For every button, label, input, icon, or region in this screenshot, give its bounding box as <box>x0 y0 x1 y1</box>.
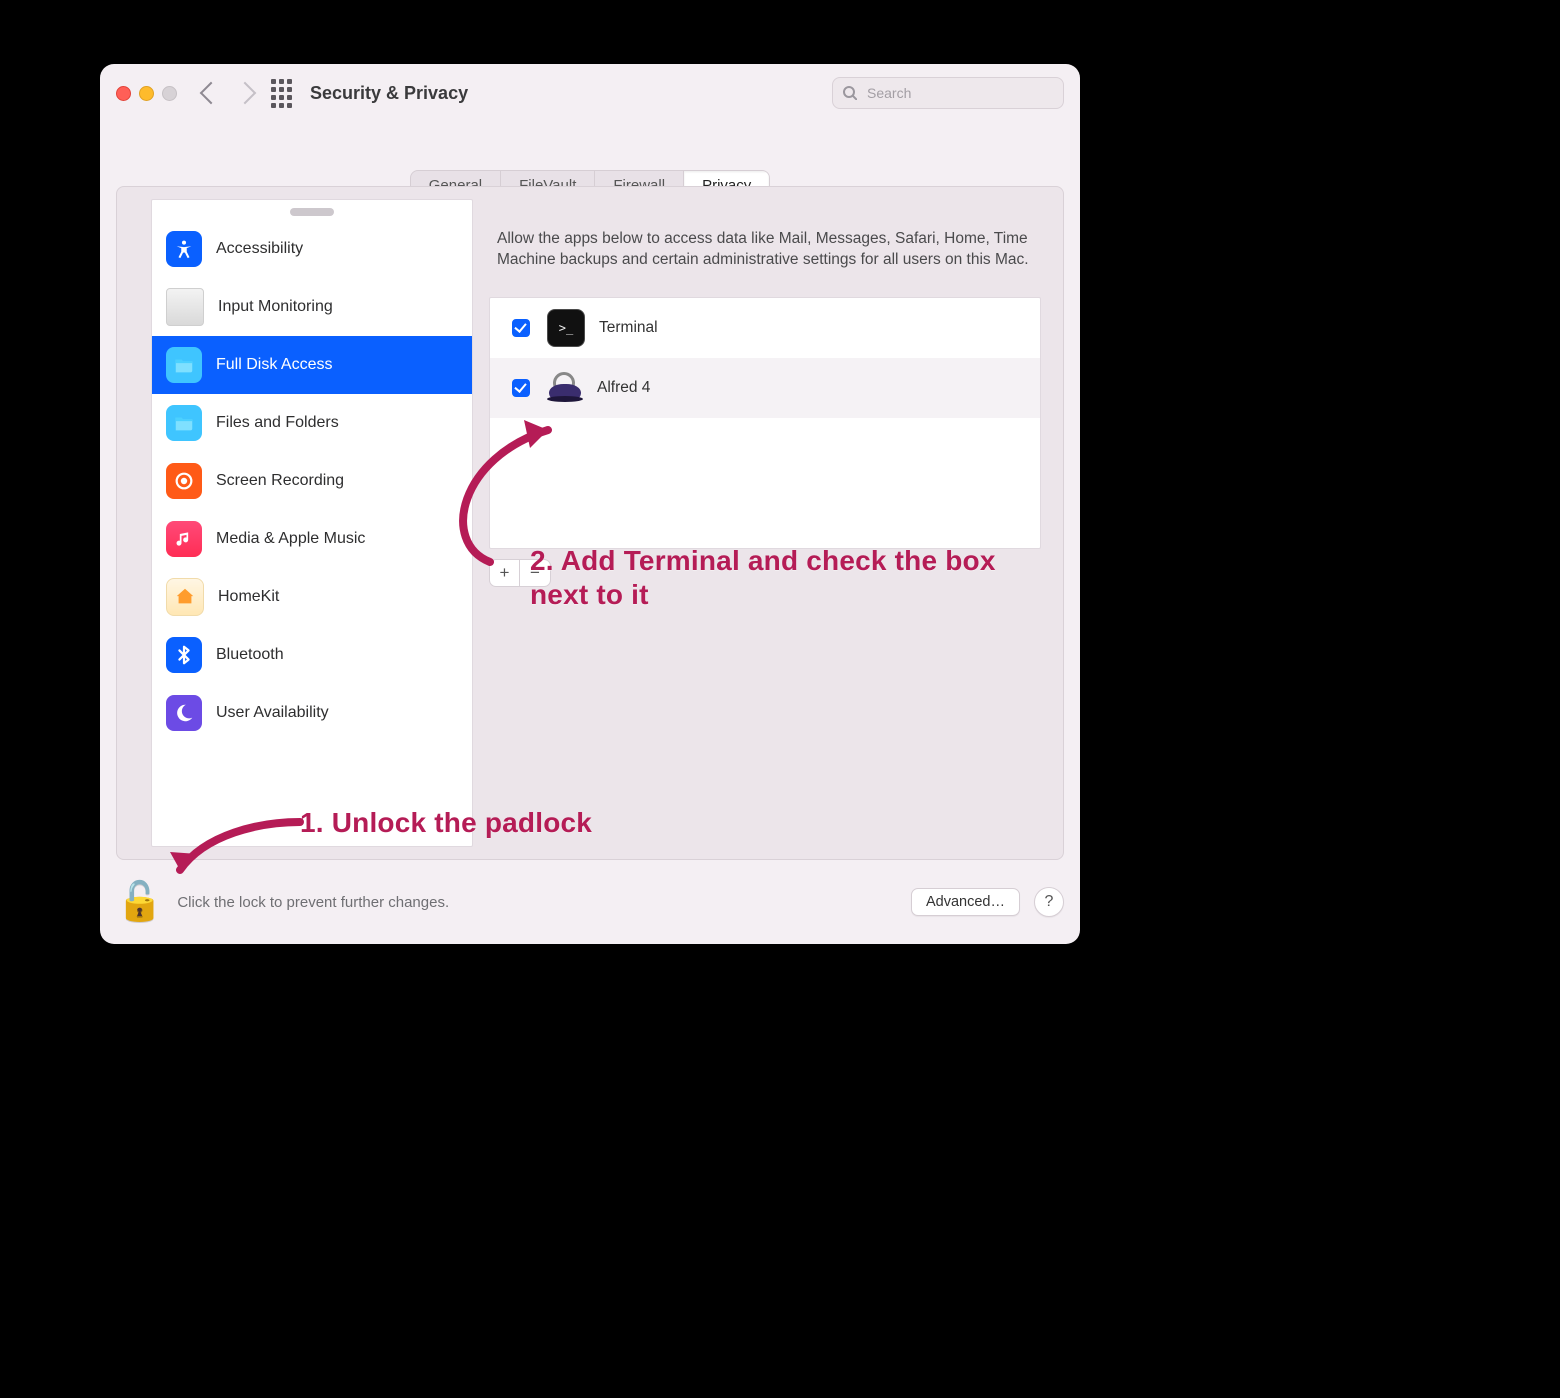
back-button[interactable] <box>200 82 223 105</box>
app-name: Alfred 4 <box>597 379 650 397</box>
window-controls <box>116 86 177 101</box>
help-button[interactable]: ? <box>1034 887 1064 917</box>
sidebar-item-label: Accessibility <box>216 240 303 258</box>
advanced-button[interactable]: Advanced… <box>911 888 1020 916</box>
description-text: Allow the apps below to access data like… <box>489 199 1041 291</box>
zoom-window-button[interactable] <box>162 86 177 101</box>
folder-icon <box>166 405 202 441</box>
sidebar-item-label: Bluetooth <box>216 646 284 664</box>
sidebar-item-bluetooth[interactable]: Bluetooth <box>152 626 472 684</box>
search-icon <box>843 86 857 100</box>
lock-icon[interactable]: 🔓 <box>116 883 163 921</box>
app-checkbox-alfred[interactable] <box>512 379 530 397</box>
search-field[interactable] <box>832 77 1064 109</box>
full-disk-access-content: Allow the apps below to access data like… <box>489 199 1041 847</box>
privacy-panel: Accessibility Input Monitoring Full Disk… <box>116 186 1064 860</box>
app-row-terminal[interactable]: >_ Terminal <box>490 298 1040 358</box>
sidebar-item-label: User Availability <box>216 704 329 722</box>
close-window-button[interactable] <box>116 86 131 101</box>
folder-icon <box>166 347 202 383</box>
forward-button[interactable] <box>234 82 257 105</box>
sidebar-item-input-monitoring[interactable]: Input Monitoring <box>152 278 472 336</box>
lock-hint: Click the lock to prevent further change… <box>177 894 449 911</box>
sidebar-item-full-disk-access[interactable]: Full Disk Access <box>152 336 472 394</box>
search-input[interactable] <box>865 84 1050 102</box>
sidebar-item-label: Input Monitoring <box>218 298 333 316</box>
bluetooth-icon <box>166 637 202 673</box>
record-icon <box>166 463 202 499</box>
apps-list[interactable]: >_ Terminal Alfred 4 <box>489 297 1041 549</box>
app-row-alfred[interactable]: Alfred 4 <box>490 358 1040 418</box>
music-note-icon <box>166 521 202 557</box>
accessibility-icon <box>166 231 202 267</box>
sidebar-item-accessibility[interactable]: Accessibility <box>152 220 472 278</box>
alfred-icon <box>547 370 583 406</box>
sidebar-item-label: Files and Folders <box>216 414 339 432</box>
annotation-step2: 2. Add Terminal and check the box next t… <box>530 544 1050 611</box>
terminal-icon: >_ <box>547 309 585 347</box>
window-title: Security & Privacy <box>310 83 468 104</box>
sidebar-item-label: HomeKit <box>218 588 279 606</box>
app-checkbox-terminal[interactable] <box>512 319 530 337</box>
home-icon <box>166 578 204 616</box>
sidebar-item-media-apple-music[interactable]: Media & Apple Music <box>152 510 472 568</box>
keyboard-icon <box>166 288 204 326</box>
annotation-step1: 1. Unlock the padlock <box>300 806 592 840</box>
sidebar-item-user-availability[interactable]: User Availability <box>152 684 472 742</box>
app-name: Terminal <box>599 319 658 337</box>
show-all-icon[interactable] <box>271 79 292 108</box>
add-app-button[interactable]: + <box>490 560 520 586</box>
toolbar: Security & Privacy <box>100 64 1080 122</box>
sidebar-item-label: Media & Apple Music <box>216 530 365 548</box>
preferences-window: Security & Privacy General FileVault Fir… <box>100 64 1080 944</box>
moon-icon <box>166 695 202 731</box>
sidebar-item-screen-recording[interactable]: Screen Recording <box>152 452 472 510</box>
minimize-window-button[interactable] <box>139 86 154 101</box>
sidebar-item-files-and-folders[interactable]: Files and Folders <box>152 394 472 452</box>
scroll-indicator <box>290 208 334 216</box>
sidebar-item-label: Screen Recording <box>216 472 344 490</box>
footer: 🔓 Click the lock to prevent further chan… <box>116 874 1064 930</box>
privacy-category-list[interactable]: Accessibility Input Monitoring Full Disk… <box>151 199 473 847</box>
sidebar-item-homekit[interactable]: HomeKit <box>152 568 472 626</box>
sidebar-item-label: Full Disk Access <box>216 356 332 374</box>
nav-arrows <box>203 85 253 101</box>
